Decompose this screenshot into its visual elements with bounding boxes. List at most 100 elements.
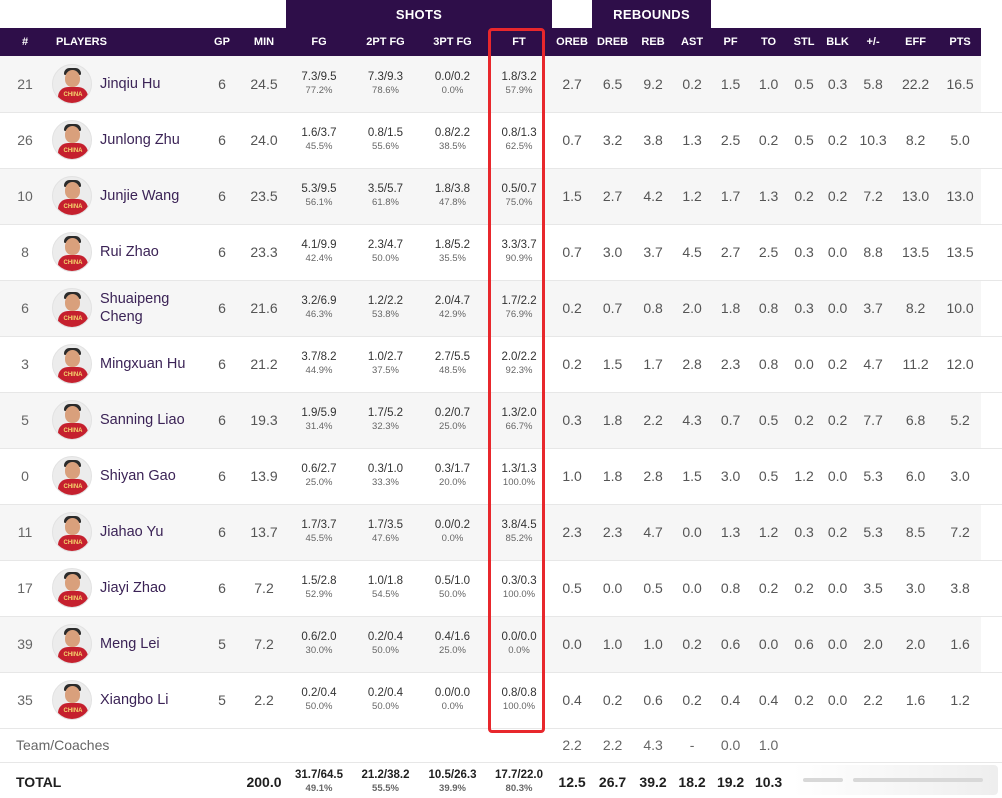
player-row[interactable]: 6 CHINA Shuaipeng Cheng 6 21.6 3.2/6.9 46.3% 1.… — [0, 280, 1002, 336]
player-name[interactable]: Junjie Wang — [100, 187, 200, 205]
col-header-fg[interactable]: FG — [286, 28, 352, 56]
col-header-2pt-fg[interactable]: 2PT FG — [352, 28, 419, 56]
player-3pt-fg-pct: 0.0% — [441, 701, 464, 712]
player-avatar[interactable]: CHINA — [52, 288, 92, 328]
player-name[interactable]: Xiangbo Li — [100, 691, 200, 709]
player-name[interactable]: Meng Lei — [100, 635, 200, 653]
player-row[interactable]: 3 CHINA Mingxuan Hu 6 21.2 3.7/8.2 44.9% 1.0/2.… — [0, 336, 1002, 392]
player-row[interactable]: 26 CHINA Junlong Zhu 6 24.0 1.6/3.7 45.5% 0.8/1… — [0, 112, 1002, 168]
player-row[interactable]: 8 CHINA Rui Zhao 6 23.3 4.1/9.9 42.4% 2.3/4.7 50… — [0, 224, 1002, 280]
player-avatar[interactable]: CHINA — [52, 400, 92, 440]
player-cell[interactable]: CHINA Jinqiu Hu — [50, 56, 202, 112]
jersey-text: CHINA — [63, 540, 83, 546]
player-name[interactable]: Jiayi Zhao — [100, 579, 200, 597]
player-eff: 11.2 — [902, 356, 929, 372]
player-pm: 2.2 — [863, 692, 883, 708]
player-avatar[interactable]: CHINA — [52, 63, 92, 104]
player-name[interactable]: Shiyan Gao — [100, 467, 200, 485]
player-cell[interactable]: CHINA Junjie Wang — [50, 168, 202, 224]
player-3pt-fg-pct: 38.5% — [439, 141, 466, 152]
player-fg-pct: 45.5% — [305, 533, 333, 544]
player-row[interactable]: 0 CHINA Shiyan Gao 6 13.9 0.6/2.7 25.0% 0.3/1.0… — [0, 448, 1002, 504]
player-avatar[interactable]: CHINA — [52, 624, 92, 664]
player-avatar[interactable]: CHINA — [52, 680, 92, 720]
player-ast: 2.8 — [682, 356, 702, 372]
col-header-players[interactable]: PLAYERS — [50, 28, 202, 56]
col-header-to[interactable]: TO — [750, 28, 787, 56]
player-eff: 6.0 — [905, 468, 926, 484]
player-avatar[interactable]: CHINA — [52, 344, 92, 384]
player-avatar[interactable]: CHINA — [52, 512, 92, 552]
player-eff: 8.2 — [905, 132, 926, 148]
player-fg-pct: 52.9% — [305, 589, 333, 600]
col-header-pts[interactable]: PTS — [939, 28, 981, 56]
player-ast: 0.0 — [682, 580, 702, 596]
col-header-dreb[interactable]: DREB — [592, 28, 633, 56]
total-3pt-fg: 10.5/26.3 39.9% — [419, 762, 486, 798]
col-header-ft[interactable]: FT — [486, 28, 552, 56]
player-ft-made: 1.8/3.2 — [501, 70, 537, 83]
player-cell[interactable]: CHINA Jiayi Zhao — [50, 560, 202, 616]
col-header-blk[interactable]: BLK — [821, 28, 854, 56]
player-2pt-fg: 1.7/3.5 47.6% — [352, 504, 419, 560]
player-gp: 6 — [218, 524, 226, 540]
col-header-num[interactable]: # — [0, 28, 50, 56]
col-header-eff[interactable]: EFF — [892, 28, 939, 56]
col-header-ast[interactable]: AST — [673, 28, 711, 56]
player-cell[interactable]: CHINA Shiyan Gao — [50, 448, 202, 504]
player-avatar[interactable]: CHINA — [52, 456, 92, 496]
player-fg-pct: 25.0% — [305, 477, 333, 488]
player-cell[interactable]: CHINA Mingxuan Hu — [50, 336, 202, 392]
player-cell[interactable]: CHINA Jiahao Yu — [50, 504, 202, 560]
player-name[interactable]: Jiahao Yu — [100, 523, 200, 541]
col-header-gp[interactable]: GP — [202, 28, 242, 56]
player-avatar[interactable]: CHINA — [52, 176, 92, 216]
player-name[interactable]: Shuaipeng Cheng — [100, 290, 200, 326]
player-cell[interactable]: CHINA Meng Lei — [50, 616, 202, 672]
col-header-3pt-fg[interactable]: 3PT FG — [419, 28, 486, 56]
player-avatar[interactable]: CHINA — [52, 120, 92, 160]
player-number: 10 — [17, 188, 33, 204]
player-cell[interactable]: CHINA Shuaipeng Cheng — [50, 280, 202, 336]
player-name[interactable]: Jinqiu Hu — [100, 75, 200, 93]
player-pm: 8.8 — [863, 244, 883, 260]
total-2pt-fg: 21.2/38.2 55.5% — [352, 762, 419, 798]
player-pts: 13.0 — [946, 188, 974, 204]
player-pm: 5.3 — [863, 524, 883, 540]
player-2pt-fg-pct: 78.6% — [372, 84, 399, 96]
player-name[interactable]: Sanning Liao — [100, 411, 200, 429]
col-header-min[interactable]: MIN — [242, 28, 286, 56]
col-header-pf[interactable]: PF — [711, 28, 750, 56]
player-row[interactable]: 39 CHINA Meng Lei 5 7.2 0.6/2.0 30.0% 0.2/0.4 50… — [0, 616, 1002, 672]
player-avatar[interactable]: CHINA — [52, 232, 92, 272]
player-name[interactable]: Junlong Zhu — [100, 131, 200, 149]
player-name[interactable]: Rui Zhao — [100, 243, 200, 261]
player-cell[interactable]: CHINA Rui Zhao — [50, 224, 202, 280]
player-oreb: 0.3 — [562, 412, 582, 428]
player-row[interactable]: 11 CHINA Jiahao Yu 6 13.7 1.7/3.7 45.5% 1.7/3.5… — [0, 504, 1002, 560]
player-name[interactable]: Mingxuan Hu — [100, 355, 200, 373]
player-dreb: 3.0 — [602, 244, 623, 260]
player-cell[interactable]: CHINA Xiangbo Li — [50, 672, 202, 728]
player-cell[interactable]: CHINA Sanning Liao — [50, 392, 202, 448]
col-header-oreb[interactable]: OREB — [552, 28, 592, 56]
col-header-stl[interactable]: STL — [787, 28, 821, 56]
player-ft: 1.7/2.2 76.9% — [486, 280, 552, 336]
player-to: 0.4 — [758, 692, 779, 708]
player-ft: 1.3/1.3 100.0% — [486, 448, 552, 504]
player-row[interactable]: 5 CHINA Sanning Liao 6 19.3 1.9/5.9 31.4% 1.7/5… — [0, 392, 1002, 448]
player-row[interactable]: 35 CHINA Xiangbo Li 5 2.2 0.2/0.4 50.0% 0.2/0.4… — [0, 672, 1002, 728]
player-row[interactable]: 10 CHINA Junjie Wang 6 23.5 5.3/9.5 56.1% 3.5/5… — [0, 168, 1002, 224]
player-fg-pct: 30.0% — [305, 645, 333, 656]
player-avatar[interactable]: CHINA — [52, 568, 92, 608]
player-number: 17 — [17, 580, 33, 596]
player-cell[interactable]: CHINA Junlong Zhu — [50, 112, 202, 168]
player-3pt-fg-made: 0.3/1.7 — [434, 463, 471, 475]
col-header-plus-minus[interactable]: +/- — [854, 28, 892, 56]
player-row[interactable]: 21 CHINA Jinqiu Hu 6 24.5 7.3/9.5 77.2% 7.3/9.3… — [0, 56, 1002, 112]
player-row[interactable]: 17 CHINA Jiayi Zhao 6 7.2 1.5/2.8 52.9% 1.0/1.8… — [0, 560, 1002, 616]
player-stl: 1.2 — [794, 468, 814, 484]
player-ast: 2.0 — [682, 300, 702, 316]
col-header-reb[interactable]: REB — [633, 28, 673, 56]
player-3pt-fg: 2.7/5.5 48.5% — [419, 336, 486, 392]
